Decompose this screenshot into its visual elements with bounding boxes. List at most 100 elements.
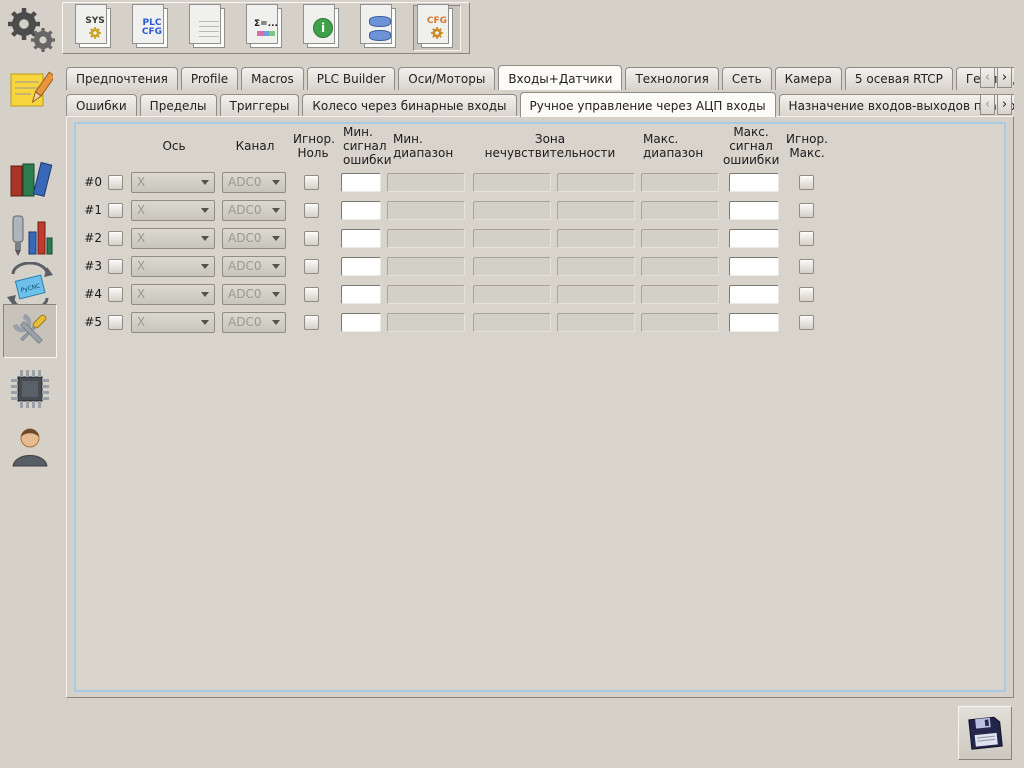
ignore-max-checkbox[interactable] xyxy=(799,314,814,330)
info-doc-icon: i xyxy=(303,4,339,48)
floppy-save-icon xyxy=(968,716,1003,750)
sidebar-item-hardware[interactable] xyxy=(3,362,57,416)
tab-rtcp[interactable]: 5 осевая RTCP xyxy=(844,67,953,90)
tab-io-assignment[interactable]: Назначение входов-выходов плат ра xyxy=(778,94,1014,117)
max-range-input xyxy=(641,256,719,276)
max-range-input xyxy=(641,172,719,192)
tab-camera[interactable]: Камера xyxy=(774,67,842,90)
adc-settings-panel: Ось Канал Игнор. Ноль Мин. сигнал ошибки… xyxy=(74,122,1006,692)
max-range-input xyxy=(641,200,719,220)
sidebar-item-tools-stats[interactable] xyxy=(3,208,57,262)
tab-errors[interactable]: Ошибки xyxy=(66,94,137,117)
tab-profile[interactable]: Profile xyxy=(180,67,239,90)
tab-triggers[interactable]: Триггеры xyxy=(219,94,300,117)
row-enable-checkbox[interactable] xyxy=(108,286,123,302)
ignore-zero-checkbox[interactable] xyxy=(304,202,319,218)
dead-zone-high-input xyxy=(557,172,635,192)
primary-tab-bar: Предпочтения Profile Macros PLC Builder … xyxy=(66,63,1014,90)
chevron-down-icon xyxy=(201,235,209,241)
min-error-signal-input[interactable] xyxy=(341,228,381,248)
row-label: #0 xyxy=(84,175,102,189)
tab-inputs-sensors[interactable]: Входы+Датчики xyxy=(498,65,623,90)
ignore-zero-checkbox[interactable] xyxy=(304,314,319,330)
min-range-input xyxy=(387,284,465,304)
tab-plc-builder[interactable]: PLC Builder xyxy=(306,67,396,90)
min-error-signal-input[interactable] xyxy=(341,256,381,276)
tab-technology[interactable]: Технология xyxy=(625,67,719,90)
tab-manual-adc-inputs[interactable]: Ручное управление через АЦП входы xyxy=(519,92,776,117)
table-row: #4 X ADC0 xyxy=(78,280,1002,308)
min-range-input xyxy=(387,228,465,248)
toolbar-doc-button[interactable] xyxy=(185,4,233,51)
row-enable-checkbox[interactable] xyxy=(108,174,123,190)
table-row: #0 X ADC0 xyxy=(78,168,1002,196)
max-error-signal-input[interactable] xyxy=(729,284,779,304)
chevron-down-icon xyxy=(201,179,209,185)
row-label: #3 xyxy=(84,259,102,273)
toolbar-plc-cfg-button[interactable]: PLC CFG xyxy=(128,4,176,51)
toolbar-sys-button[interactable]: SYS xyxy=(71,4,119,51)
toolbar: SYS PLC CFG Σ=... i CFG xyxy=(62,2,470,54)
database-icon xyxy=(369,15,391,27)
row-enable-checkbox[interactable] xyxy=(108,230,123,246)
ignore-zero-checkbox[interactable] xyxy=(304,286,319,302)
toolbar-sum-button[interactable]: Σ=... xyxy=(242,4,290,51)
ignore-zero-checkbox[interactable] xyxy=(304,174,319,190)
row-enable-checkbox[interactable] xyxy=(108,314,123,330)
microchip-icon xyxy=(11,370,49,408)
max-error-signal-input[interactable] xyxy=(729,200,779,220)
toolbar-info-button[interactable]: i xyxy=(299,4,347,51)
min-error-signal-input[interactable] xyxy=(341,172,381,192)
toolbar-db-button[interactable] xyxy=(356,4,404,51)
tabs2-scroll-right-button[interactable]: › xyxy=(997,94,1012,115)
tab-wheel-binary-inputs[interactable]: Колесо через бинарные входы xyxy=(302,94,517,117)
sidebar-item-library[interactable] xyxy=(3,150,57,204)
sidebar-item-notes[interactable] xyxy=(3,62,57,116)
user-icon xyxy=(12,428,48,467)
books-icon xyxy=(10,161,53,197)
min-error-signal-input[interactable] xyxy=(341,284,381,304)
dead-zone-low-input xyxy=(473,228,551,248)
database-doc-icon xyxy=(360,4,396,48)
toolbar-cfg-button[interactable]: CFG xyxy=(413,4,461,51)
secondary-tab-bar: Ошибки Пределы Триггеры Колесо через бин… xyxy=(66,90,1014,117)
axis-select: X xyxy=(131,227,215,249)
ignore-max-checkbox[interactable] xyxy=(799,230,814,246)
max-error-signal-input[interactable] xyxy=(729,256,779,276)
row-label: #5 xyxy=(84,315,102,329)
save-button[interactable] xyxy=(958,706,1012,760)
min-error-signal-input[interactable] xyxy=(341,312,381,332)
tab-preferences[interactable]: Предпочтения xyxy=(66,67,178,90)
tab-network[interactable]: Сеть xyxy=(721,67,772,90)
ignore-max-checkbox[interactable] xyxy=(799,202,814,218)
ignore-zero-checkbox[interactable] xyxy=(304,230,319,246)
header-ignore-max: Игнор. Макс. xyxy=(786,132,828,160)
ignore-zero-checkbox[interactable] xyxy=(304,258,319,274)
row-enable-checkbox[interactable] xyxy=(108,258,123,274)
channel-select: ADC0 xyxy=(222,199,286,221)
ignore-max-checkbox[interactable] xyxy=(799,258,814,274)
dead-zone-low-input xyxy=(473,312,551,332)
tab-macros[interactable]: Macros xyxy=(241,67,304,90)
cfg-doc-icon: CFG xyxy=(417,4,453,48)
max-error-signal-input[interactable] xyxy=(729,312,779,332)
min-error-signal-input[interactable] xyxy=(341,200,381,220)
chevron-down-icon xyxy=(272,235,280,241)
row-enable-checkbox[interactable] xyxy=(108,202,123,218)
sidebar-item-service[interactable] xyxy=(3,304,57,358)
ignore-max-checkbox[interactable] xyxy=(799,286,814,302)
max-error-signal-input[interactable] xyxy=(729,228,779,248)
sidebar-item-user[interactable] xyxy=(3,420,57,474)
header-dead-zone: Зона нечувствительности xyxy=(484,132,616,160)
tabs2-scroll-left-button[interactable]: ‹ xyxy=(980,94,995,115)
max-error-signal-input[interactable] xyxy=(729,172,779,192)
notes-pencil-icon xyxy=(10,71,53,107)
axis-select: X xyxy=(131,199,215,221)
ignore-max-checkbox[interactable] xyxy=(799,174,814,190)
tab-axes-motors[interactable]: Оси/Моторы xyxy=(398,67,496,90)
axis-select: X xyxy=(131,255,215,277)
app-gears-button[interactable] xyxy=(4,2,58,56)
tabs1-scroll-left-button[interactable]: ‹ xyxy=(980,67,995,88)
tabs1-scroll-right-button[interactable]: › xyxy=(997,67,1012,88)
tab-limits[interactable]: Пределы xyxy=(139,94,217,117)
